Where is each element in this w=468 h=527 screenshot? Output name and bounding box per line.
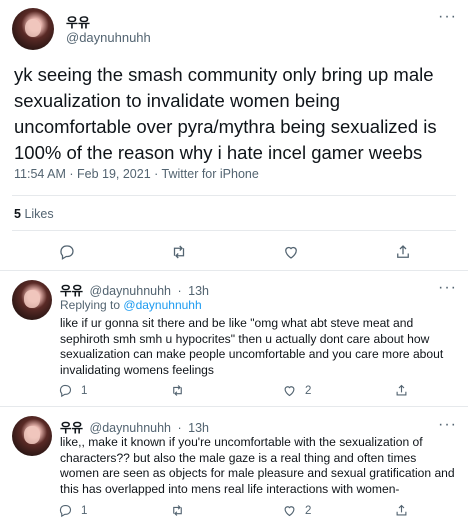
reply-button[interactable] (58, 243, 76, 261)
more-icon[interactable]: ··· (438, 9, 457, 25)
share-icon (396, 384, 407, 396)
reply-button[interactable]: 1 (58, 383, 87, 398)
tweet-text: yk seeing the smash community only bring… (14, 64, 437, 163)
replying-to-handle[interactable]: @daynuhnuhh (123, 298, 201, 312)
retweet-icon (173, 385, 182, 396)
divider (12, 195, 456, 196)
replying-to: Replying to @daynuhnuhh (60, 298, 202, 312)
share-button[interactable] (394, 503, 409, 518)
share-button[interactable] (394, 243, 412, 261)
reply-tweet[interactable]: 우유 @daynuhnuhh · 13h ··· Replying to @da… (0, 271, 468, 406)
share-icon (396, 504, 407, 516)
replying-to-label: Replying to (60, 298, 121, 312)
reply-header: 우유 @daynuhnuhh · 13h (60, 417, 209, 436)
retweet-button[interactable] (170, 503, 193, 518)
author-name[interactable]: 우유 (60, 421, 83, 435)
separator: · (177, 284, 182, 298)
avatar[interactable] (12, 8, 54, 50)
retweet-icon (173, 505, 182, 516)
likes-label: Likes (24, 207, 54, 221)
avatar[interactable] (12, 416, 52, 456)
author-name[interactable]: 우유 (66, 12, 90, 31)
like-count: 2 (305, 384, 312, 397)
reply-icon (60, 245, 74, 260)
divider (12, 230, 456, 231)
share-icon (397, 245, 409, 258)
reply-text: like if ur gonna sit there and be like "… (60, 316, 444, 378)
like-icon (284, 506, 295, 517)
reply-time[interactable]: 13h (188, 421, 209, 435)
retweet-icon (173, 245, 185, 259)
reply-count: 1 (81, 384, 88, 397)
reply-text: like,, make it known if you're uncomfort… (60, 435, 455, 497)
reply-count: 1 (81, 504, 88, 517)
like-button[interactable]: 2 (282, 383, 311, 398)
author-handle[interactable]: @daynuhnuhh (90, 421, 172, 435)
like-icon (285, 246, 297, 259)
author-handle[interactable]: @daynuhnuhh (90, 284, 172, 298)
retweet-button[interactable] (170, 383, 193, 398)
like-icon (284, 386, 295, 397)
reply-button[interactable]: 1 (58, 503, 87, 518)
like-button[interactable] (282, 243, 300, 261)
author-name[interactable]: 우유 (60, 284, 83, 298)
retweet-button[interactable] (170, 243, 188, 261)
tweet-timestamp[interactable]: 11:54 AM · Feb 19, 2021 · Twitter for iP… (14, 167, 259, 181)
more-icon[interactable]: ··· (438, 417, 457, 433)
likes-row[interactable]: 5 Likes (14, 207, 54, 221)
like-count: 2 (305, 504, 312, 517)
reply-icon (59, 384, 72, 398)
reply-icon (59, 504, 72, 518)
reply-header: 우유 @daynuhnuhh · 13h (60, 280, 209, 299)
author-handle[interactable]: @daynuhnuhh (66, 30, 151, 45)
reply-time[interactable]: 13h (188, 284, 209, 298)
likes-count: 5 (14, 207, 21, 221)
reply-tweet[interactable]: 우유 @daynuhnuhh · 13h ··· like,, make it … (0, 407, 468, 527)
like-button[interactable]: 2 (282, 503, 311, 518)
separator: · (177, 421, 182, 435)
avatar[interactable] (12, 280, 52, 320)
share-button[interactable] (394, 383, 409, 398)
more-icon[interactable]: ··· (438, 280, 457, 296)
